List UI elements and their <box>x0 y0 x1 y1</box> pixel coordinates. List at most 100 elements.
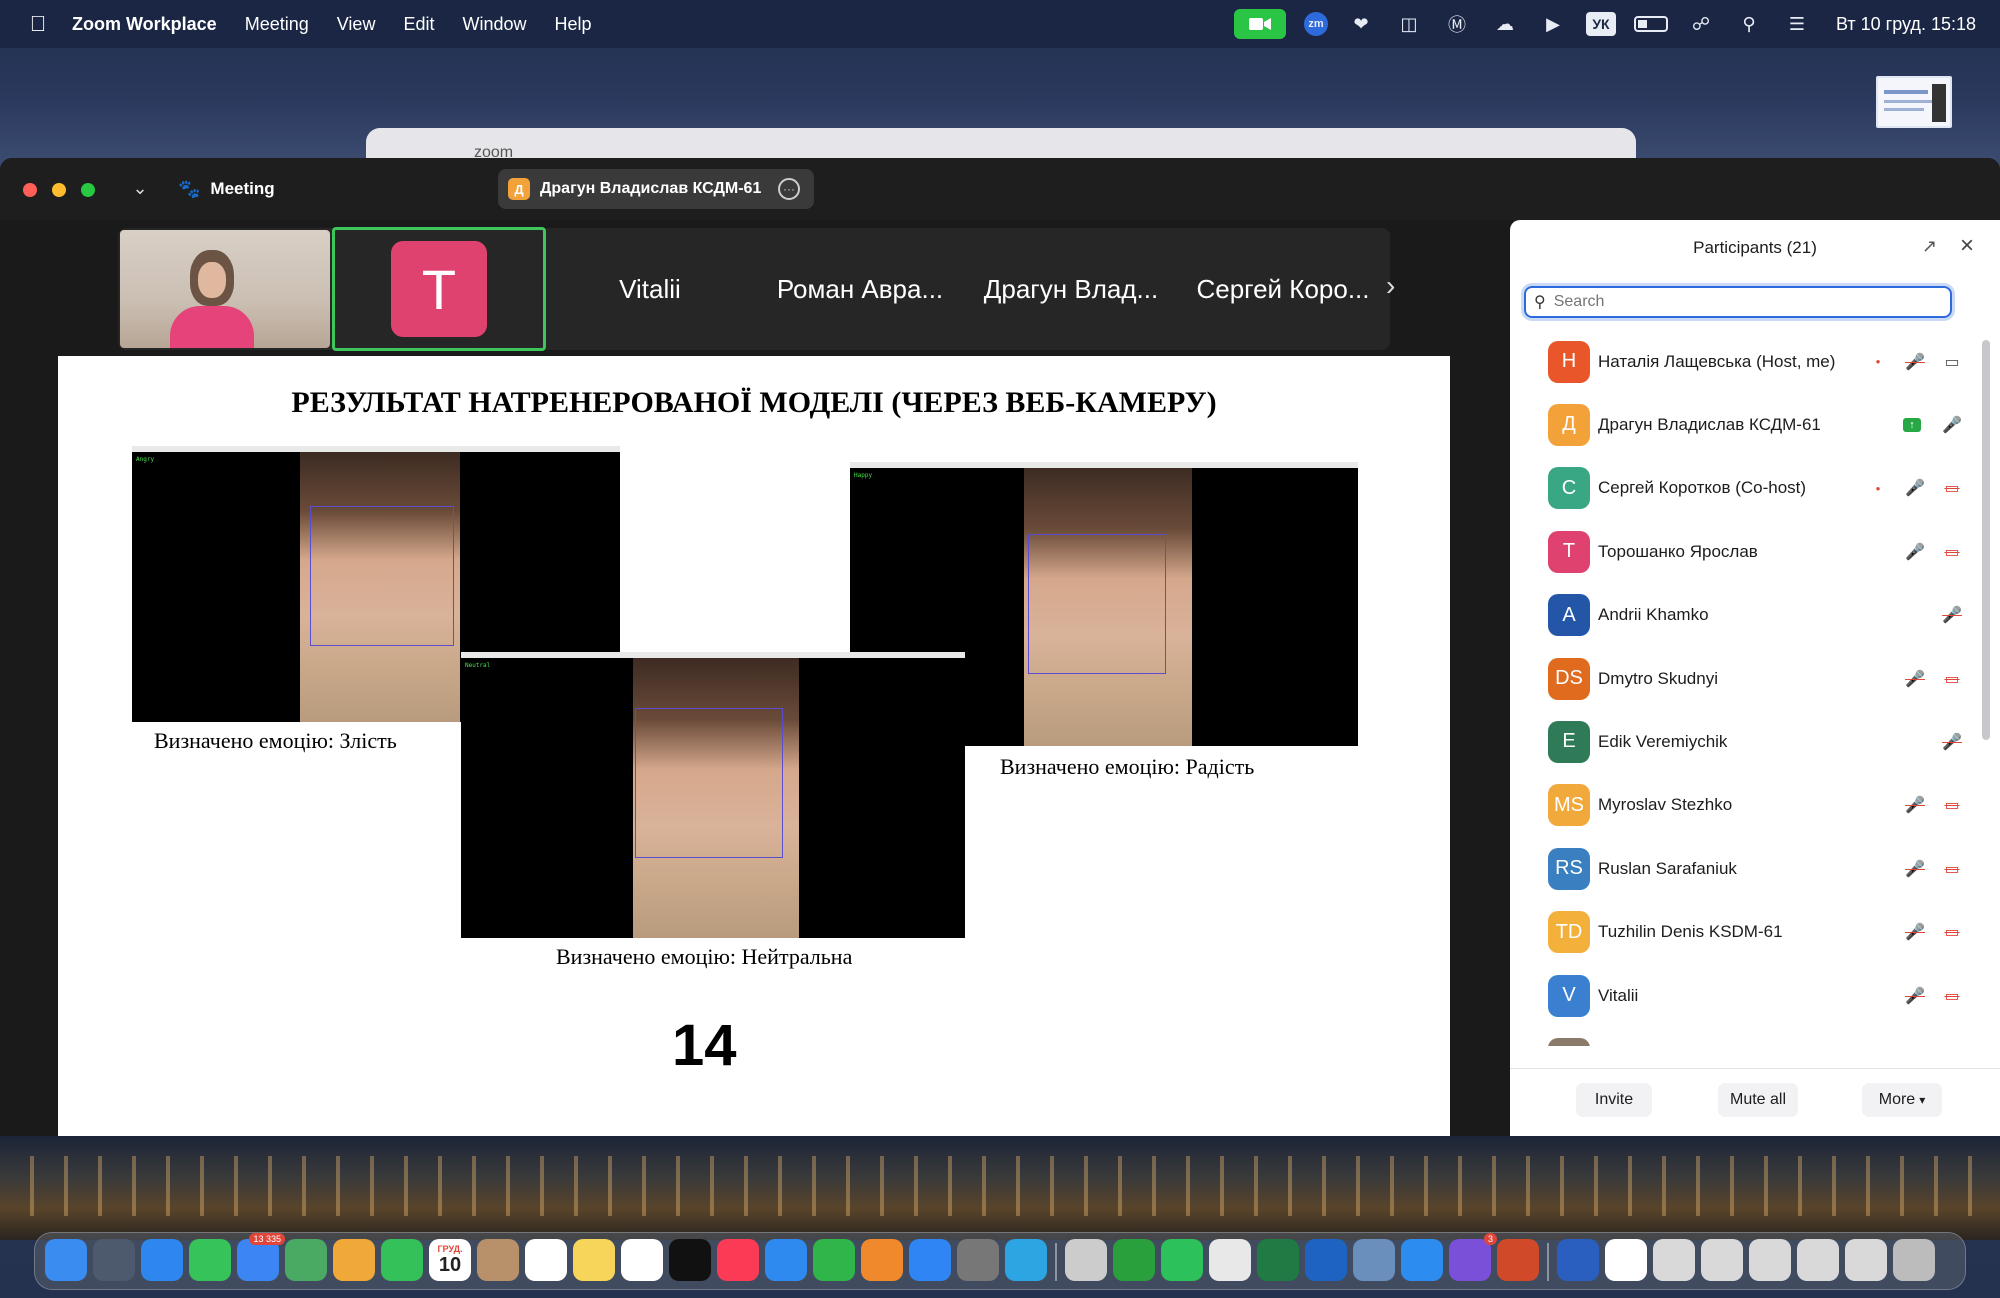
menu-app-name[interactable]: Zoom Workplace <box>72 14 217 35</box>
close-window-button[interactable] <box>23 183 37 197</box>
dock-powerpoint-icon[interactable] <box>1497 1239 1539 1281</box>
apple-menu-icon[interactable]:  <box>24 11 52 37</box>
participant-search[interactable]: ⚲ <box>1524 286 1952 318</box>
link-icon[interactable]: ☍ <box>1686 11 1716 37</box>
dock-launchpad-icon[interactable] <box>93 1239 135 1281</box>
dock-vpn-icon[interactable] <box>1209 1239 1251 1281</box>
dock-mail-icon[interactable]: 13 335 <box>237 1233 285 1281</box>
dock-numbers-icon[interactable] <box>813 1239 855 1281</box>
menu-view[interactable]: View <box>337 14 376 35</box>
dock-utorrent-icon[interactable] <box>1113 1239 1155 1281</box>
microphone-muted-icon[interactable]: 🎤 <box>1940 603 1964 627</box>
video-off-icon[interactable]: ▭ <box>1940 857 1964 881</box>
more-options-icon[interactable]: ··· <box>778 178 800 200</box>
video-off-icon[interactable]: ▭ <box>1940 920 1964 944</box>
dock-facetime-icon[interactable] <box>381 1239 423 1281</box>
play-icon[interactable]: ▶ <box>1538 11 1568 37</box>
active-speaker-chip[interactable]: Д Драгун Владислав КСДМ-61 ··· <box>498 169 814 209</box>
heart-chat-icon[interactable]: ❤ <box>1346 11 1376 37</box>
dock-zoom-icon[interactable] <box>1401 1239 1443 1281</box>
dock-downloads-1-icon[interactable] <box>1653 1239 1695 1281</box>
dock-viber-icon[interactable]: 3 <box>1449 1233 1497 1281</box>
dock-notes-icon[interactable] <box>573 1239 615 1281</box>
video-off-icon[interactable]: ▭ <box>1940 540 1964 564</box>
participant-tile-name[interactable]: Драгун Влад... <box>971 228 1171 350</box>
participant-tile-name[interactable]: Vitalii <box>550 228 750 350</box>
menu-meeting[interactable]: Meeting <box>245 14 309 35</box>
participant-row[interactable]: Volodymyr Haleta🎤▭ <box>1510 1027 1980 1046</box>
microphone-muted-icon[interactable]: 🎤 <box>1903 857 1927 881</box>
screen-mirroring-icon[interactable]: ◫ <box>1394 11 1424 37</box>
dock-word-icon[interactable] <box>1557 1239 1599 1281</box>
dock-photos-icon[interactable] <box>333 1239 375 1281</box>
dock-safari-icon[interactable] <box>141 1239 183 1281</box>
screen-share-icon[interactable]: ↑ <box>1903 417 1921 432</box>
participant-row[interactable]: V Vitalii 🎤 ▭ <box>1510 964 1980 1027</box>
control-center-icon[interactable]: ☰ <box>1782 11 1812 37</box>
dock-trash-icon[interactable] <box>1893 1239 1935 1281</box>
mute-all-button[interactable]: Mute all <box>1718 1083 1798 1117</box>
video-off-icon[interactable]: ▭ <box>1940 793 1964 817</box>
participant-video-tile[interactable] <box>120 230 330 348</box>
video-camera-status-icon[interactable] <box>1233 9 1286 39</box>
search-input[interactable] <box>1553 293 1934 311</box>
dock-telegram-icon[interactable] <box>1005 1239 1047 1281</box>
chevron-down-icon[interactable]: ⌄ <box>130 174 150 202</box>
microphone-icon[interactable]: 🎤 <box>1903 540 1927 564</box>
dock-messages-icon[interactable] <box>189 1239 231 1281</box>
search-spotlight-icon[interactable]: ⚲ <box>1734 11 1764 37</box>
participant-row[interactable]: DS Dmytro Skudnyi 🎤 ▭ <box>1510 647 1980 710</box>
dock-finder-icon[interactable] <box>45 1239 87 1281</box>
menu-window[interactable]: Window <box>462 14 526 35</box>
microphone-muted-icon[interactable]: 🎤 <box>1903 667 1927 691</box>
dock-freeform-icon[interactable] <box>621 1239 663 1281</box>
menu-help[interactable]: Help <box>555 14 592 35</box>
participant-row[interactable]: TD Tuzhilin Denis KSDM-61 🎤 ▭ <box>1510 901 1980 964</box>
chevron-right-icon[interactable]: › <box>1386 270 1395 302</box>
microphone-muted-icon[interactable]: 🎤 <box>1903 920 1927 944</box>
dock-pixelmator-icon[interactable] <box>1065 1239 1107 1281</box>
dock-system-settings-icon[interactable] <box>957 1239 999 1281</box>
dock-pages-icon[interactable] <box>861 1239 903 1281</box>
dock-downloads-4-icon[interactable] <box>1797 1239 1839 1281</box>
wordpress-icon[interactable]: Ⓜ <box>1442 11 1472 37</box>
microphone-muted-icon[interactable]: 🎤 <box>1940 730 1964 754</box>
zoom-status-icon[interactable]: zm <box>1303 12 1328 36</box>
video-off-icon[interactable]: ▭ <box>1940 984 1964 1008</box>
dock-keynote-icon[interactable] <box>765 1239 807 1281</box>
desktop-screenshot-thumbnail[interactable] <box>1876 76 1952 128</box>
notifications-badge-icon[interactable]: ☁ <box>1490 11 1520 37</box>
video-off-icon[interactable]: ▭ <box>1940 476 1964 500</box>
participant-row[interactable]: E Edik Veremiychik 🎤 <box>1510 710 1980 773</box>
participant-row[interactable]: С Сергей Коротков (Co-host) ● 🎤 ▭ <box>1510 457 1980 520</box>
microphone-muted-icon[interactable]: 🎤 <box>1903 350 1927 374</box>
dock-document-icon[interactable] <box>1605 1239 1647 1281</box>
microphone-icon[interactable]: 🎤 <box>1940 413 1964 437</box>
dock-calendar-icon[interactable]: ГРУД. 10 <box>429 1239 471 1281</box>
participant-tile-name[interactable]: Роман Авра... <box>760 228 960 350</box>
close-icon[interactable]: × <box>1960 232 1974 260</box>
microphone-muted-icon[interactable]: 🎤 <box>1903 793 1927 817</box>
dock-whatsapp-icon[interactable] <box>1161 1239 1203 1281</box>
microphone-muted-icon[interactable]: 🎤 <box>1903 984 1927 1008</box>
video-off-icon[interactable]: ▭ <box>1940 667 1964 691</box>
participant-row[interactable]: Т Торошанко Ярослав 🎤 ▭ <box>1510 520 1980 583</box>
participant-row[interactable]: Н Наталія Лащевська (Host, me) ● 🎤 ▭ <box>1510 330 1980 393</box>
dock-downloads-2-icon[interactable] <box>1701 1239 1743 1281</box>
microphone-icon[interactable]: 🎤 <box>1903 476 1927 500</box>
dock-app-store-icon[interactable] <box>909 1239 951 1281</box>
pop-out-icon[interactable]: ↗ <box>1922 236 1937 257</box>
fullscreen-window-button[interactable] <box>81 183 95 197</box>
dock-downloads-3-icon[interactable] <box>1749 1239 1791 1281</box>
active-speaker-tile[interactable]: T <box>332 227 546 351</box>
dock-excel-icon[interactable] <box>1257 1239 1299 1281</box>
participant-tile-name[interactable]: Сергей Коро... <box>1183 228 1383 350</box>
meeting-info-button[interactable]: 🐾 Meeting <box>178 174 275 204</box>
battery-icon[interactable] <box>1633 16 1668 32</box>
participant-list-scrollbar[interactable] <box>1982 340 1990 740</box>
dock-outlook-icon[interactable] <box>1305 1239 1347 1281</box>
dock-preview-icon[interactable] <box>1353 1239 1395 1281</box>
participant-row[interactable]: Д Драгун Владислав КСДМ-61 ↑ 🎤 <box>1510 393 1980 456</box>
more-menu-button[interactable]: More ▾ <box>1862 1083 1942 1117</box>
participant-row[interactable]: A Andrii Khamko 🎤 <box>1510 584 1980 647</box>
